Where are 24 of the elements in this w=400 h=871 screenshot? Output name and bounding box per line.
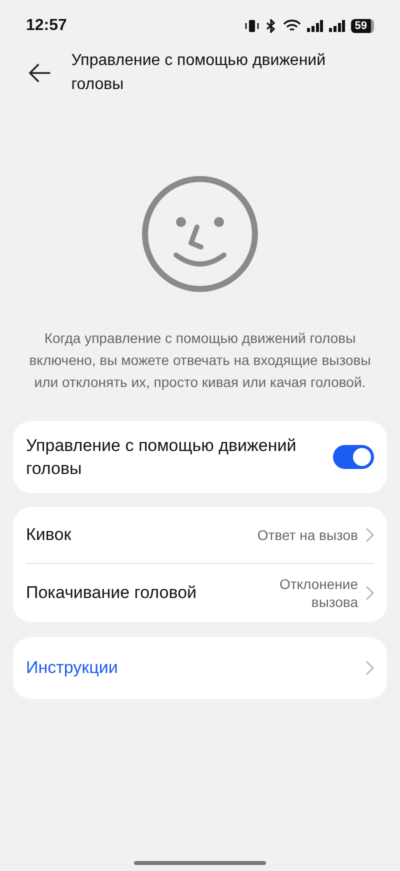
- gesture-action: Отклонение вызова: [278, 575, 358, 611]
- gesture-row[interactable]: Кивок Ответ на вызов: [26, 507, 374, 564]
- status-time: 12:57: [26, 16, 67, 36]
- page-title: Управление с помощью движений головы: [71, 51, 327, 95]
- gesture-row[interactable]: Покачивание головой Отклонение вызова: [26, 564, 374, 622]
- instructions-row[interactable]: Инструкции: [13, 637, 387, 699]
- signal-icon: [306, 20, 323, 32]
- description-text: Когда управление с помощью движений головы включено, вы можете отвечать на входящие вызовы или отклонять их, просто кивая или качая головой.: [28, 329, 372, 392]
- instructions-link[interactable]: Инструкции: [26, 655, 366, 681]
- toggle-switch[interactable]: [333, 445, 374, 469]
- smiley-face-icon: [141, 175, 259, 293]
- gesture-label: Кивок: [26, 524, 72, 546]
- battery-indicator: 59: [350, 19, 374, 33]
- wifi-icon: [282, 19, 301, 33]
- signal-icon: [328, 20, 345, 32]
- gesture-action: Ответ на вызов: [257, 526, 358, 544]
- chevron-right-icon: [366, 586, 374, 600]
- chevron-right-icon: [366, 661, 374, 675]
- chevron-right-icon: [366, 528, 374, 542]
- toggle-label: Управление с помощью движений головы: [26, 435, 298, 480]
- back-arrow-icon[interactable]: [28, 63, 52, 83]
- bluetooth-icon: [264, 19, 277, 33]
- gesture-label: Покачивание головой: [26, 582, 198, 604]
- vibrate-icon: [244, 19, 259, 33]
